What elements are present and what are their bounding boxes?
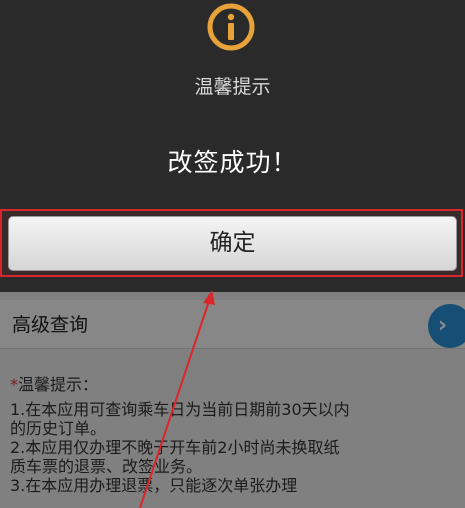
annotation-arrow — [139, 290, 215, 508]
